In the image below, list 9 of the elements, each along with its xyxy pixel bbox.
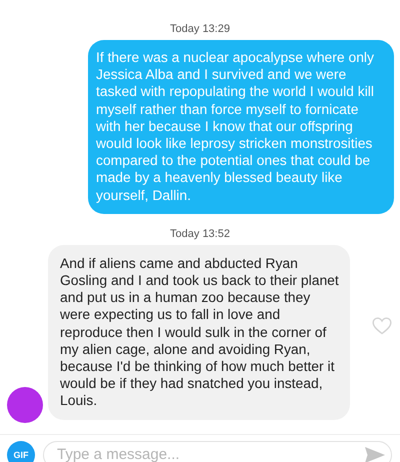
- heart-icon[interactable]: [372, 316, 392, 335]
- gif-button[interactable]: GIF: [7, 440, 35, 462]
- avatar[interactable]: [7, 386, 43, 423]
- received-message: And if aliens came and abducted Ryan Gosling and I and took us back to their planet and put us in a human zoo because they were expecting us to fall in love and reproduce then I would sulk in the corner of my alien cage, alone and avoiding Ryan, because I'd be thinking of how much better it would be if they had snatched you instead, Louis.: [48, 244, 350, 420]
- sent-message: If there was a nuclear apocalypse where only Jessica Alba and I survived and we were tasked with repopulating the world I would kill myself rather than force myself to fornicate with her because I know that our offspring would look like leprosy stricken monstrosities compared to the potential ones that could be made by a heavenly blessed beauty like yourself, Dallin.: [88, 40, 394, 214]
- send-icon[interactable]: [364, 446, 386, 462]
- message-timestamp: Today 13:52: [170, 228, 230, 240]
- message-input[interactable]: Type a message...: [43, 440, 392, 462]
- message-timestamp: Today 13:29: [170, 23, 230, 35]
